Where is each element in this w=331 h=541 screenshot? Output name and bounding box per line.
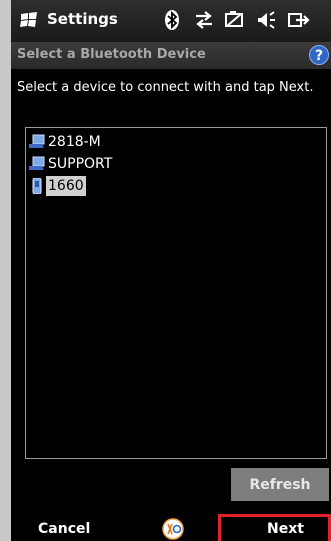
mobile-device-icon (32, 178, 42, 194)
next-button[interactable]: Next (267, 521, 304, 537)
device-list[interactable]: 2818-M SUPPORT 1660 (25, 127, 327, 459)
speaker-icon[interactable] (255, 8, 277, 36)
computer-icon (29, 134, 45, 148)
battery-icon[interactable] (223, 8, 245, 36)
refresh-button[interactable]: Refresh (231, 468, 329, 501)
title-bar: Settings (11, 0, 331, 42)
softkey-bar: Cancel Next (11, 506, 331, 541)
instruction-text: Select a device to connect with and tap … (17, 80, 314, 95)
bluetooth-icon[interactable] (163, 8, 181, 36)
cancel-button[interactable]: Cancel (38, 521, 90, 537)
keyboard-sip-icon[interactable] (162, 518, 184, 540)
device-label: 2818-M (48, 134, 101, 150)
windows-flag-icon[interactable] (19, 10, 39, 30)
exit-icon[interactable] (287, 8, 311, 36)
device-label: SUPPORT (48, 156, 113, 172)
device-label: 1660 (46, 176, 86, 196)
page-subtitle: Select a Bluetooth Device (17, 47, 206, 62)
help-icon[interactable]: ? (309, 45, 329, 65)
app-title: Settings (47, 10, 118, 28)
computer-icon (29, 156, 45, 170)
screen: Settings Select a Bluetooth Device ? Sel… (11, 0, 331, 541)
sub-header: Select a Bluetooth Device ? (11, 42, 331, 69)
sync-arrows-icon[interactable] (193, 8, 215, 36)
